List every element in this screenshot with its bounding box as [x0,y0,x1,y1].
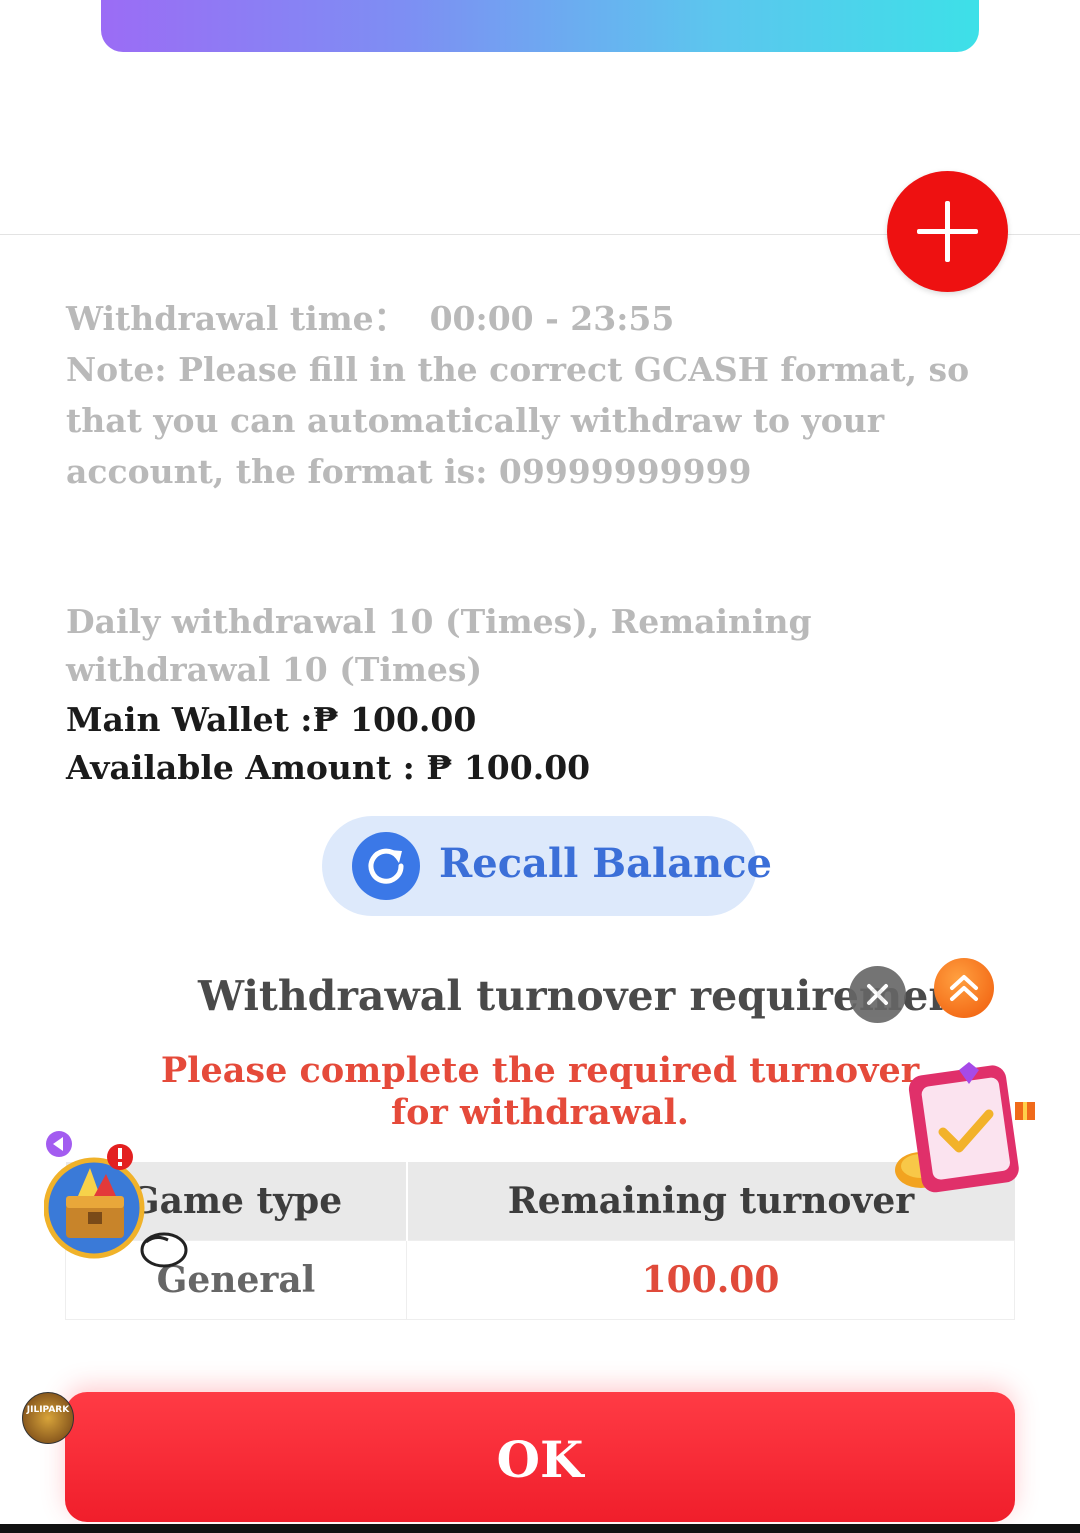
withdrawal-time-value: 00:00 - 23:55 [429,299,675,338]
main-wallet-value: ₱ 100.00 [312,700,477,739]
add-account-button[interactable] [887,171,1008,292]
pointer-hand-icon [140,1232,188,1268]
table-row: General 100.00 [65,1240,1015,1320]
back-arrow-icon[interactable] [46,1131,72,1157]
main-wallet: Main Wallet :₱ 100.00 [66,700,476,739]
turnover-table: Game type Remaining turnover General 100… [65,1162,1015,1320]
recall-balance-button[interactable]: Recall Balance [322,816,772,916]
turnover-warning: Please complete the required turnover fo… [160,1050,920,1133]
close-icon[interactable] [849,966,906,1023]
ok-button[interactable]: OK [65,1392,1015,1522]
recall-balance-label: Recall Balance [439,840,773,887]
remaining-turnover-cell: 100.00 [406,1240,1015,1320]
task-promo-widget[interactable] [893,1060,1043,1200]
available-amount: Available Amount : ₱ 100.00 [66,748,590,787]
daily-withdrawal-limit: Daily withdrawal 10 (Times), Remaining w… [66,602,812,689]
app-logo-text: JILIPARK [26,1405,70,1415]
refresh-icon [352,832,420,900]
available-amount-label: Available Amount : [66,748,427,787]
app-logo[interactable]: JILIPARK [22,1392,74,1444]
treasure-chest-icon [43,1157,145,1259]
promo-banner[interactable] [101,0,979,52]
system-nav-bar [0,1524,1080,1533]
available-amount-value: ₱ 100.00 [426,748,591,787]
ok-label: OK [496,1430,584,1489]
task-card-icon [895,1062,1035,1193]
gcash-format-note: Note: Please fill in the correct GCASH f… [66,350,970,491]
withdrawal-time-label: Withdrawal time： [66,299,407,338]
main-wallet-label: Main Wallet : [66,700,313,739]
double-chevron-up-icon[interactable] [934,958,994,1018]
game-promo-widget[interactable] [43,1130,194,1270]
withdrawal-time: Withdrawal time： 00:00 - 23:55 [66,293,1016,344]
table-header-row: Game type Remaining turnover [65,1162,1015,1241]
alert-badge-icon [107,1144,133,1170]
